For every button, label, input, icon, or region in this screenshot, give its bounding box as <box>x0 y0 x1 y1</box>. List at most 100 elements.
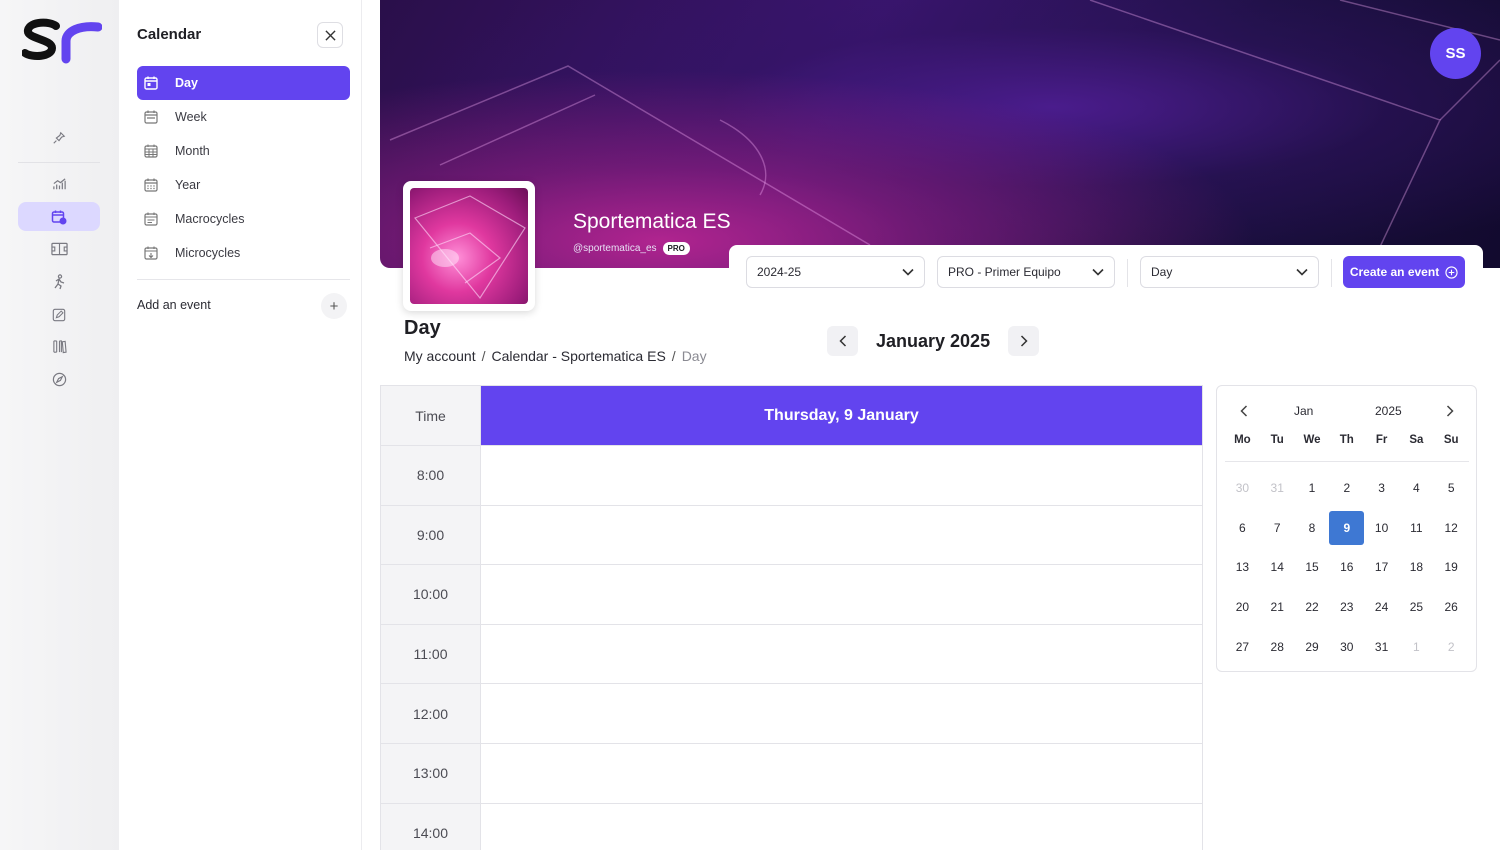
time-slot[interactable] <box>481 565 1202 624</box>
user-avatar[interactable]: SS <box>1430 28 1481 79</box>
day-cell[interactable]: 30 <box>1329 630 1364 664</box>
next-month-button[interactable] <box>1008 326 1040 356</box>
day-cell[interactable]: 13 <box>1225 550 1260 584</box>
menu-item-month[interactable]: Month <box>137 134 350 168</box>
day-cell[interactable]: 10 <box>1364 511 1399 545</box>
day-cell[interactable]: 6 <box>1225 511 1260 545</box>
day-cell[interactable]: 14 <box>1260 550 1295 584</box>
breadcrumb-separator: / <box>481 348 486 364</box>
time-label: 8:00 <box>381 446 481 505</box>
season-select-value: 2024-25 <box>757 265 802 279</box>
mini-year-label[interactable]: 2025 <box>1375 404 1402 418</box>
edit-note-icon[interactable] <box>18 300 100 329</box>
compass-icon[interactable] <box>18 365 100 394</box>
day-cell[interactable]: 31 <box>1260 471 1295 505</box>
day-cell[interactable]: 7 <box>1260 511 1295 545</box>
day-of-week-header: Mo Tu We Th Fr Sa Su <box>1225 434 1469 446</box>
menu-item-year[interactable]: Year <box>137 168 350 202</box>
close-panel-button[interactable] <box>317 22 343 48</box>
library-icon[interactable] <box>18 332 100 361</box>
calendar-week-row: 27 28 29 30 31 1 2 <box>1225 627 1469 667</box>
day-cell[interactable]: 20 <box>1225 590 1260 624</box>
calendar-icon[interactable] <box>18 202 100 231</box>
day-cell[interactable]: 31 <box>1364 630 1399 664</box>
day-cell[interactable]: 8 <box>1295 511 1330 545</box>
time-slot[interactable] <box>481 446 1202 505</box>
time-row: 12:00 <box>381 683 1202 743</box>
chevron-down-icon <box>1296 268 1308 276</box>
calendar-view-menu: Day Week Month Year Macrocycles Microcyc… <box>137 66 350 270</box>
prev-month-button[interactable] <box>827 326 858 356</box>
day-cell[interactable]: 1 <box>1295 471 1330 505</box>
calendar-panel: Calendar Day Week Month Year Macrocycles… <box>119 0 362 850</box>
breadcrumb-my-account[interactable]: My account <box>404 348 476 364</box>
weekday-label: Th <box>1339 434 1354 446</box>
chevron-right-icon <box>1020 335 1028 347</box>
day-cell[interactable]: 22 <box>1295 590 1330 624</box>
day-cell[interactable]: 25 <box>1399 590 1434 624</box>
tactics-board-icon[interactable] <box>18 234 100 263</box>
day-cell[interactable]: 3 <box>1364 471 1399 505</box>
day-cell[interactable]: 27 <box>1225 630 1260 664</box>
menu-item-week[interactable]: Week <box>137 100 350 134</box>
day-cell[interactable]: 12 <box>1434 511 1469 545</box>
filter-divider <box>1331 259 1332 287</box>
day-cell[interactable]: 16 <box>1329 550 1364 584</box>
day-cell[interactable]: 21 <box>1260 590 1295 624</box>
menu-item-macrocycles[interactable]: Macrocycles <box>137 202 350 236</box>
day-cell[interactable]: 15 <box>1295 550 1330 584</box>
breadcrumb-calendar[interactable]: Calendar - Sportematica ES <box>491 348 665 364</box>
team-banner <box>380 0 1500 268</box>
menu-item-label: Month <box>175 144 210 158</box>
sr-logo[interactable] <box>22 17 102 69</box>
day-cell[interactable]: 2 <box>1329 471 1364 505</box>
team-handle: @sportematica_es PRO <box>573 242 690 255</box>
day-cell[interactable]: 11 <box>1399 511 1434 545</box>
weekday-label: Mo <box>1234 434 1251 446</box>
day-cell[interactable]: 30 <box>1225 471 1260 505</box>
day-cell[interactable]: 4 <box>1399 471 1434 505</box>
menu-item-microcycles[interactable]: Microcycles <box>137 236 350 270</box>
menu-item-label: Day <box>175 76 198 90</box>
panel-title: Calendar <box>137 26 202 43</box>
day-cell[interactable]: 1 <box>1399 630 1434 664</box>
day-cell[interactable]: 2 <box>1434 630 1469 664</box>
create-event-button[interactable]: Create an event <box>1343 256 1465 288</box>
rail-divider <box>18 162 100 163</box>
day-cell[interactable]: 28 <box>1260 630 1295 664</box>
calendar-week-row: 6 7 8 9 10 11 12 <box>1225 508 1469 548</box>
time-slot[interactable] <box>481 624 1202 684</box>
add-event-button[interactable]: + <box>321 293 347 319</box>
day-cell[interactable]: 29 <box>1295 630 1330 664</box>
day-cell[interactable]: 24 <box>1364 590 1399 624</box>
time-slot[interactable] <box>481 803 1202 850</box>
mini-calendar-weeks: 30 31 1 2 3 4 5 6 7 8 9 10 11 12 13 14 15 16 17 18 19 20 21 22 2… <box>1225 468 1469 667</box>
day-cell[interactable]: 18 <box>1399 550 1434 584</box>
mini-next-month-button[interactable] <box>1441 402 1459 420</box>
day-cell[interactable]: 26 <box>1434 590 1469 624</box>
mini-prev-month-button[interactable] <box>1235 402 1253 420</box>
day-cell[interactable]: 17 <box>1364 550 1399 584</box>
chevron-left-icon <box>838 335 846 347</box>
weekday-label: Tu <box>1270 434 1284 446</box>
time-slot[interactable] <box>481 743 1202 803</box>
day-cell[interactable]: 23 <box>1329 590 1364 624</box>
runner-icon[interactable] <box>18 267 100 296</box>
filter-bar: 2024-25 PRO - Primer Equipo Day Create a… <box>729 245 1483 300</box>
pin-icon[interactable] <box>18 123 100 152</box>
chevron-down-icon <box>902 268 914 276</box>
breadcrumb-separator: / <box>671 348 676 364</box>
day-cell[interactable]: 19 <box>1434 550 1469 584</box>
analytics-icon[interactable] <box>18 170 100 199</box>
mini-month-label[interactable]: Jan <box>1294 404 1313 418</box>
season-select[interactable]: 2024-25 <box>746 256 925 288</box>
view-select[interactable]: Day <box>1140 256 1319 288</box>
time-slot[interactable] <box>481 505 1202 565</box>
day-cell[interactable]: 5 <box>1434 471 1469 505</box>
time-row: 11:00 <box>381 623 1202 684</box>
menu-item-label: Microcycles <box>175 246 241 260</box>
selected-day-cell[interactable]: 9 <box>1329 510 1365 545</box>
menu-item-day[interactable]: Day <box>137 66 350 100</box>
time-slot[interactable] <box>481 684 1202 743</box>
team-select[interactable]: PRO - Primer Equipo <box>937 256 1115 288</box>
